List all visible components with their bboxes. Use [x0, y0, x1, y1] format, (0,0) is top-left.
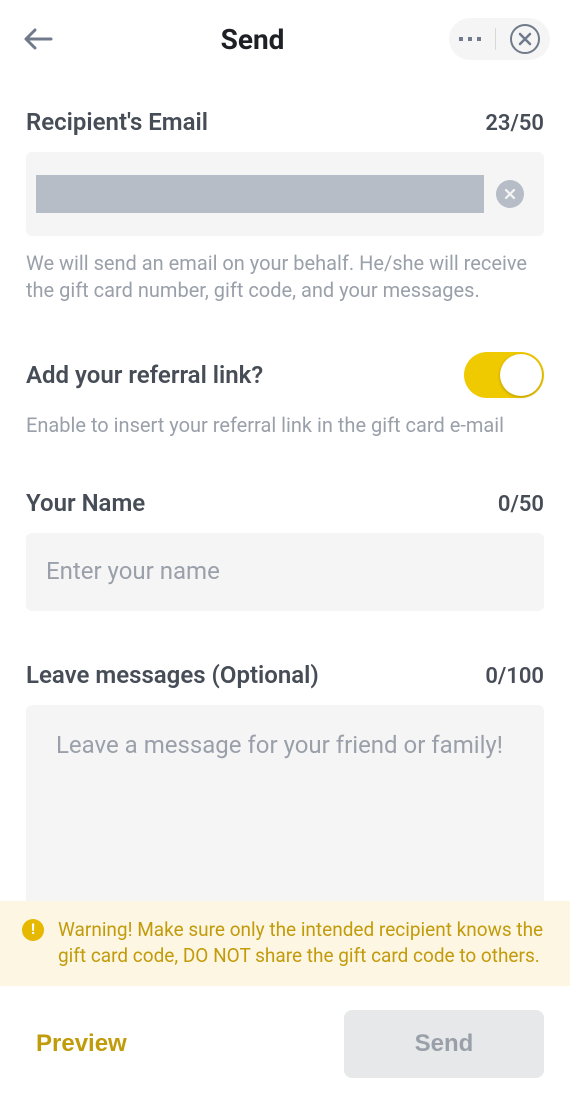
name-label: Your Name [26, 489, 145, 517]
warning-text: Warning! Make sure only the intended rec… [58, 917, 548, 970]
email-helper-text: We will send an email on your behalf. He… [26, 250, 544, 304]
warning-icon: ! [22, 919, 44, 941]
message-input[interactable]: Leave a message for your friend or famil… [26, 705, 544, 901]
close-button[interactable] [510, 24, 540, 54]
clear-email-button[interactable] [496, 180, 524, 208]
referral-label: Add your referral link? [26, 361, 263, 389]
email-input[interactable] [26, 152, 544, 236]
email-label: Recipient's Email [26, 108, 208, 136]
message-label: Leave messages (Optional) [26, 661, 319, 689]
email-value-redacted [36, 175, 484, 213]
toggle-knob [500, 354, 542, 396]
send-button[interactable]: Send [344, 1010, 544, 1078]
name-input[interactable]: Enter your name [26, 533, 544, 611]
warning-banner: ! Warning! Make sure only the intended r… [0, 901, 570, 986]
more-icon[interactable] [459, 35, 481, 43]
back-button[interactable] [20, 21, 56, 57]
email-counter: 23/50 [485, 111, 544, 136]
preview-button[interactable]: Preview [26, 1016, 137, 1072]
referral-toggle[interactable] [464, 352, 544, 398]
message-counter: 0/100 [485, 664, 544, 689]
name-counter: 0/50 [498, 492, 544, 517]
page-title: Send [221, 23, 285, 56]
referral-helper-text: Enable to insert your referral link in t… [26, 412, 544, 439]
header-actions [449, 18, 550, 60]
header-divider [495, 28, 496, 50]
